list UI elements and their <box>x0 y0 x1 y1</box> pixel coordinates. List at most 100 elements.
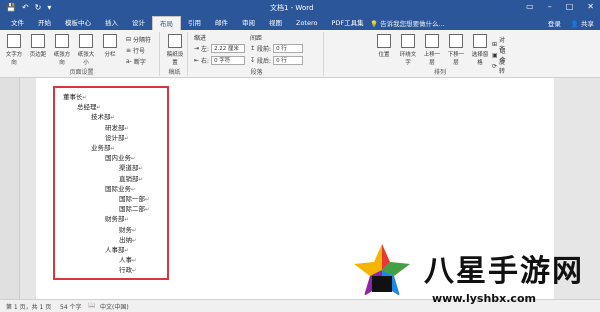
position-label: 位置 <box>378 52 390 58</box>
margins-button[interactable]: 页边距 <box>28 34 48 58</box>
wrap-text-button[interactable]: 环绕文字 <box>398 34 418 66</box>
outline-item: 出纳↵ <box>119 234 137 244</box>
paragraph-mark-icon: ↵ <box>132 268 137 275</box>
tab-3[interactable]: 插入 <box>98 16 125 30</box>
user-icon: 👤 <box>570 20 579 28</box>
outline-item-text: 财务 <box>119 225 132 234</box>
indent-right-label: 右: <box>201 58 210 65</box>
outline-item: 国内业务↵ <box>105 152 136 162</box>
outline-item-text: 业务部 <box>91 144 111 152</box>
proofing-icon[interactable]: 📖 <box>88 302 95 309</box>
close-icon[interactable]: ✕ <box>587 2 594 11</box>
window-controls: ▭ – □ ✕ <box>526 2 594 11</box>
page-setup-label: 页面设置 <box>69 69 94 76</box>
qat-more-icon[interactable]: ▾ <box>47 3 51 12</box>
selection-pane-button[interactable]: 选择窗格 <box>470 34 490 66</box>
indent-right-field: ⇤ 右: 0 字符 <box>194 56 246 65</box>
ribbon-options-icon[interactable]: ▭ <box>526 2 534 11</box>
hyphenation-label: 断字 <box>133 59 146 66</box>
group-page-setup: 文字方向 页边距 纸张方向 纸张大小 分栏 ⊟ 分隔符 ≡ 行号 a- 断字 页面设置 <box>4 32 160 76</box>
line-numbers-label: 行号 <box>133 48 146 55</box>
send-backward-button[interactable]: 下移一层 <box>446 34 466 66</box>
arrange-group-label: 排列 <box>433 69 446 76</box>
spacing-after-input[interactable]: 0 行 <box>273 56 304 65</box>
tab-0[interactable]: 文件 <box>4 16 31 30</box>
breaks-label: 分隔符 <box>133 37 152 44</box>
line-numbers-button[interactable]: ≡ 行号 <box>126 46 145 55</box>
tab-8[interactable]: 审阅 <box>235 16 262 30</box>
spacing-before-field: ↥ 段前: 0 行 <box>250 44 304 53</box>
draft-settings-button[interactable]: 稿纸设置 <box>165 34 185 66</box>
selection-pane-icon <box>473 34 487 48</box>
outline-item-text: 国际一部 <box>119 195 145 203</box>
save-icon[interactable]: 💾 <box>6 3 16 12</box>
size-icon <box>79 34 93 48</box>
tab-11[interactable]: PDF工具集 <box>324 16 370 30</box>
tab-1[interactable]: 开始 <box>31 16 58 30</box>
orientation-button[interactable]: 纸张方向 <box>52 34 72 66</box>
share-button[interactable]: 👤 共享 <box>571 18 594 28</box>
indent-left-icon: ⇥ <box>194 45 200 52</box>
group-draft: 稿纸设置 稿纸 <box>162 32 188 76</box>
spacing-before-icon: ↥ <box>250 45 256 52</box>
margins-icon <box>31 34 45 48</box>
send-backward-label: 下移一层 <box>447 52 465 66</box>
tell-me-box[interactable]: 💡 告诉我您想要做什么... <box>370 18 445 28</box>
indent-left-input[interactable]: 2.22 厘米 <box>211 44 246 53</box>
text-direction-label: 文字方向 <box>5 52 23 66</box>
login-link[interactable]: 登录 <box>548 18 561 28</box>
page-count[interactable]: 第 1 页，共 1 页 <box>6 302 51 311</box>
columns-button[interactable]: 分栏 <box>100 34 120 58</box>
paragraph-mark-icon: ↵ <box>124 248 130 254</box>
orientation-label: 纸张方向 <box>53 52 71 66</box>
outline-item-text: 技术部 <box>91 113 111 122</box>
word-count[interactable]: 54 个字 <box>60 302 82 311</box>
vertical-ruler <box>0 78 20 299</box>
outline-item-text: 国内业务 <box>105 154 131 163</box>
outline-item-text: 国际二部 <box>119 205 145 214</box>
text-direction-icon <box>7 34 21 48</box>
language-indicator[interactable]: 中文(中国) <box>100 302 129 311</box>
outline-item: 技术部↵ <box>91 111 115 121</box>
outline-item: 渠道部↵ <box>119 162 143 172</box>
size-button[interactable]: 纸张大小 <box>76 34 96 66</box>
columns-icon <box>103 34 117 48</box>
indent-left-label: 左: <box>201 46 210 53</box>
paragraph-mark-icon: ↵ <box>82 95 88 101</box>
tab-2[interactable]: 模板中心 <box>58 16 98 30</box>
paragraph-mark-icon: ↵ <box>96 105 102 112</box>
text-direction-button[interactable]: 文字方向 <box>4 34 24 66</box>
outline-item: 直销部↵ <box>119 173 143 183</box>
undo-icon[interactable]: ↶ <box>22 3 29 12</box>
hyphenation-button[interactable]: a- 断字 <box>126 57 146 66</box>
position-icon <box>377 34 391 48</box>
maximize-icon[interactable]: □ <box>566 2 574 11</box>
outline-item: 国际二部↵ <box>119 203 150 213</box>
redo-icon[interactable]: ↻ <box>35 3 42 12</box>
tab-10[interactable]: Zotero <box>289 16 324 30</box>
minimize-icon[interactable]: – <box>548 2 552 11</box>
columns-label: 分栏 <box>104 52 116 58</box>
tab-9[interactable]: 视图 <box>262 16 289 30</box>
outline-item: 研发部↵ <box>105 122 129 132</box>
tab-5[interactable]: 布局 <box>152 16 181 30</box>
tab-6[interactable]: 引用 <box>181 16 208 30</box>
breaks-icon: ⊟ <box>126 36 132 43</box>
spacing-after-label: 段后: <box>257 58 272 65</box>
bring-forward-button[interactable]: 上移一层 <box>422 34 442 66</box>
paragraph-mark-icon: ↵ <box>124 217 130 224</box>
paragraph-mark-icon: ↵ <box>132 227 137 234</box>
tab-7[interactable]: 邮件 <box>208 16 235 30</box>
draft-icon <box>168 34 182 48</box>
tab-4[interactable]: 设计 <box>125 16 152 30</box>
breaks-button[interactable]: ⊟ 分隔符 <box>126 35 151 44</box>
paragraph-mark-icon: ↵ <box>110 146 116 152</box>
paragraph-mark-icon: ↵ <box>131 156 136 163</box>
indent-right-input[interactable]: 0 字符 <box>211 56 246 65</box>
position-button[interactable]: 位置 <box>374 34 394 58</box>
spacing-heading: 间距 <box>250 35 263 42</box>
tab-list: 文件 开始 模板中心 插入 设计 布局 引用 邮件 审阅 视图 Zotero PDF工具集 <box>4 16 371 30</box>
paragraph-group-label: 段落 <box>250 69 263 76</box>
spacing-before-input[interactable]: 0 行 <box>273 44 304 53</box>
size-label: 纸张大小 <box>77 52 95 66</box>
